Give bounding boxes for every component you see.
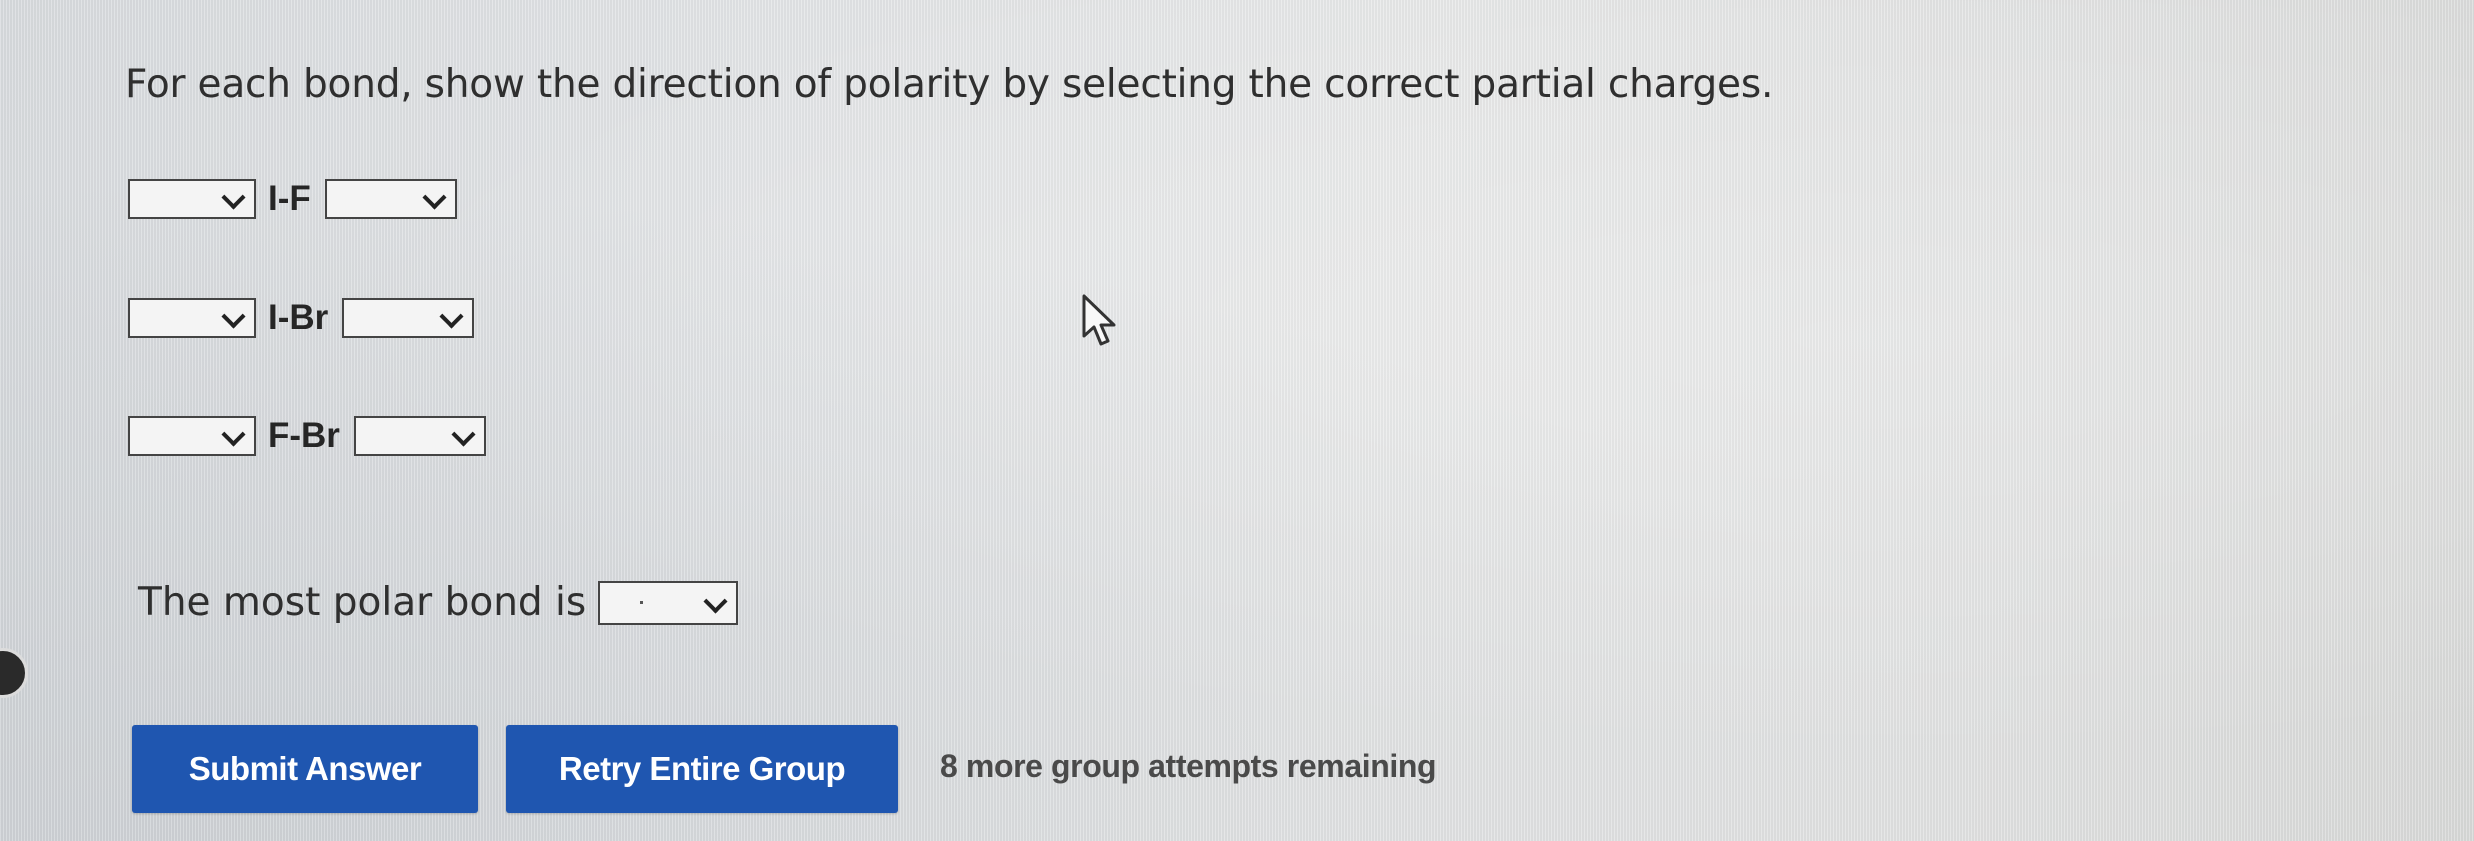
- chevron-down-icon: [221, 185, 246, 210]
- partial-charge-select-left-f-br[interactable]: [128, 416, 256, 456]
- bond-row-i-f: I-F: [128, 175, 457, 223]
- most-polar-line: The most polar bond is: [138, 580, 739, 625]
- chevron-down-icon: [221, 304, 246, 329]
- partial-charge-select-left-i-f[interactable]: [128, 179, 256, 219]
- bond-label-i-f: I-F: [268, 179, 311, 218]
- question-prompt: For each bond, show the direction of pol…: [125, 62, 1774, 107]
- chevron-down-icon: [451, 422, 476, 447]
- chevron-down-icon: [439, 304, 464, 329]
- chevron-down-icon: [422, 185, 447, 210]
- mouse-pointer-icon: [1082, 294, 1116, 346]
- partial-charge-select-left-i-br[interactable]: [128, 298, 256, 338]
- submit-answer-button[interactable]: Submit Answer: [132, 725, 478, 813]
- bond-row-i-br: I-Br: [128, 294, 475, 342]
- bond-label-f-br: F-Br: [268, 416, 340, 455]
- side-tab-icon[interactable]: [0, 648, 28, 698]
- bond-row-f-br: F-Br: [128, 412, 486, 460]
- partial-charge-select-right-i-br[interactable]: [342, 298, 475, 338]
- question-panel: For each bond, show the direction of pol…: [0, 0, 2474, 841]
- partial-charge-select-right-f-br[interactable]: [353, 416, 486, 456]
- attempts-remaining-text: 8 more group attempts remaining: [940, 748, 1437, 784]
- most-polar-label: The most polar bond is: [138, 580, 587, 625]
- most-polar-bond-select[interactable]: [598, 580, 739, 625]
- chevron-down-icon: [703, 588, 728, 614]
- partial-charge-select-right-i-f[interactable]: [324, 179, 457, 219]
- retry-entire-group-button[interactable]: Retry Entire Group: [506, 725, 898, 813]
- bond-label-i-br: I-Br: [268, 298, 329, 337]
- select-placeholder-dot: [640, 600, 644, 604]
- chevron-down-icon: [221, 422, 246, 447]
